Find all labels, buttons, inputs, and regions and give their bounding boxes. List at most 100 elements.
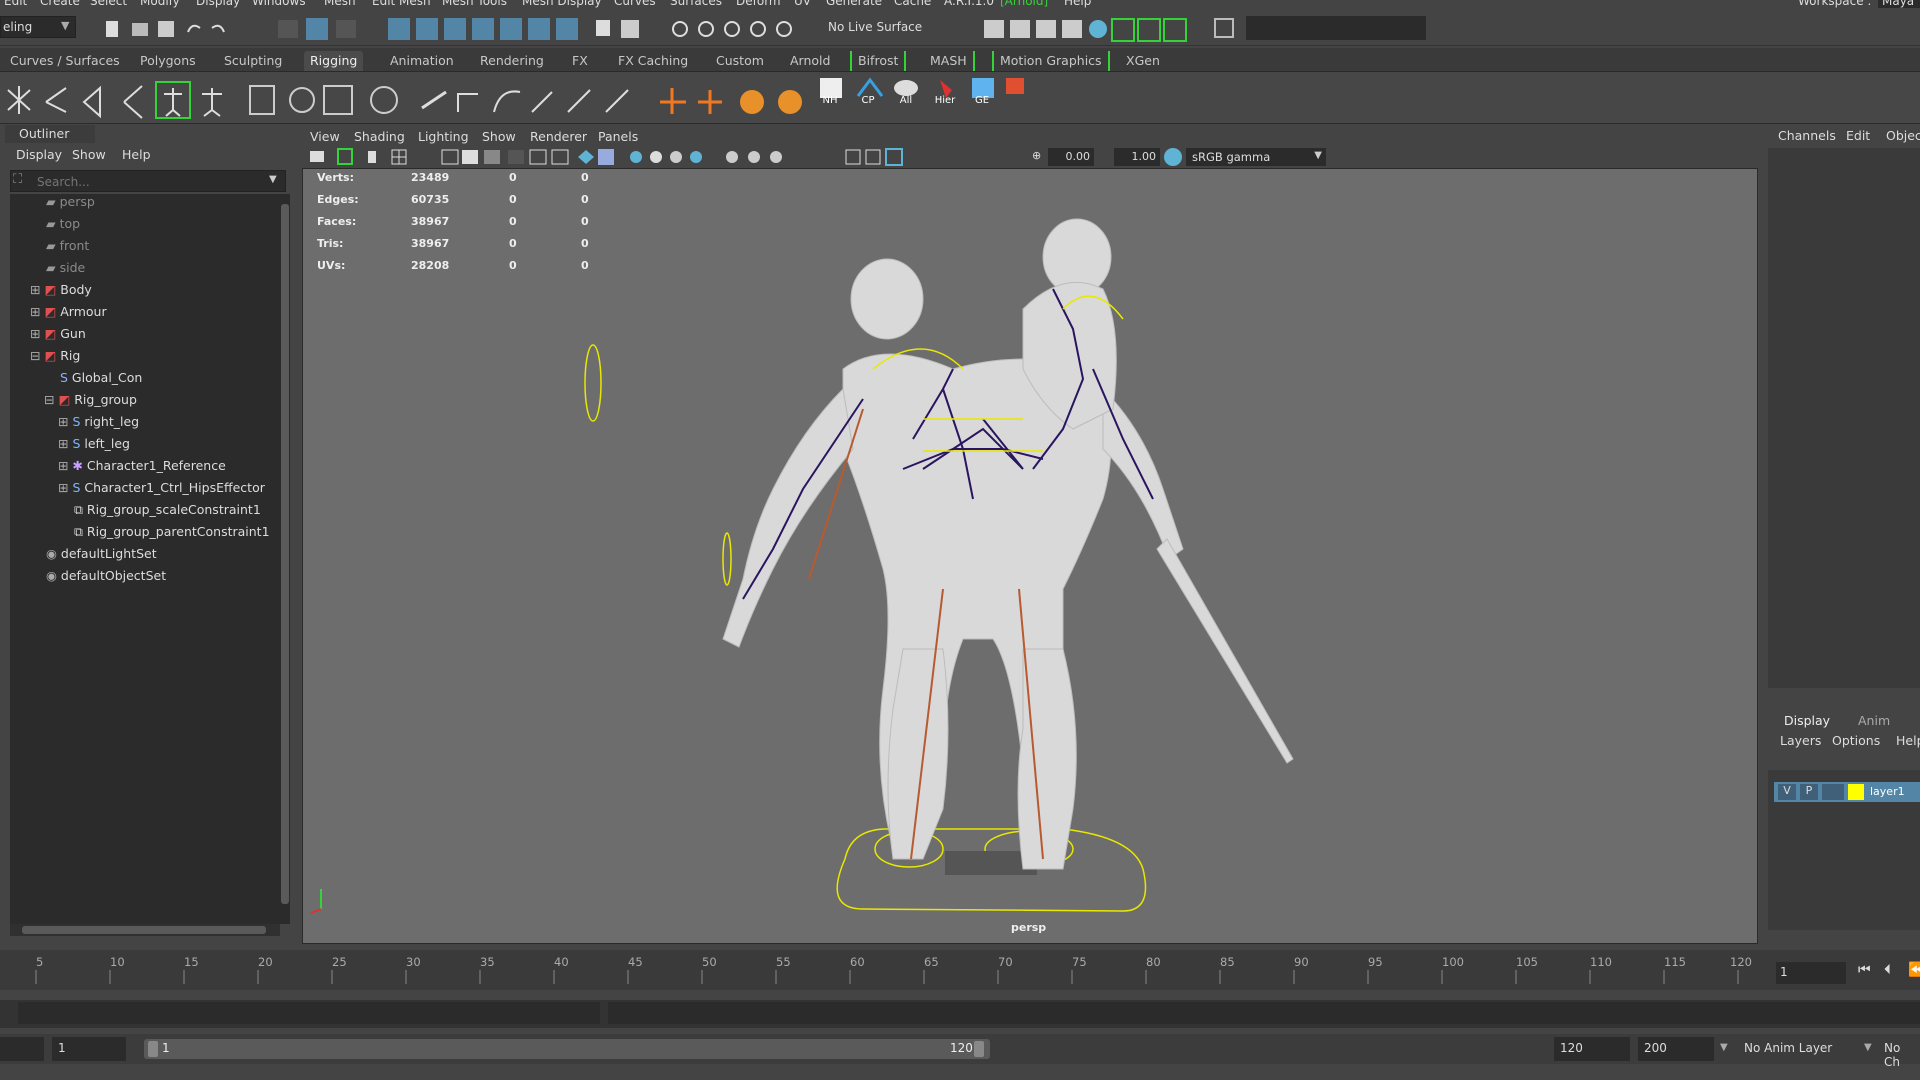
playback-end-field[interactable]: 120 bbox=[1554, 1037, 1630, 1061]
outliner-item-body[interactable]: ⊞ ◩ Body bbox=[30, 282, 92, 304]
tab-bifrost[interactable]: Bifrost bbox=[850, 51, 907, 71]
search-input[interactable] bbox=[37, 173, 257, 190]
step-back-icon[interactable]: ⏴ bbox=[1884, 962, 1891, 978]
time-slider[interactable]: 1 ⏮ ⏴ ⏪ bbox=[0, 950, 1920, 990]
viewport-menu-renderer[interactable]: Renderer bbox=[530, 129, 587, 144]
range-end-handle[interactable] bbox=[974, 1041, 984, 1057]
tab-fx-caching[interactable]: FX Caching bbox=[612, 51, 694, 71]
chevron-down-icon[interactable]: ▼ bbox=[1720, 1042, 1728, 1053]
outliner-horizontal-scrollbar[interactable] bbox=[10, 924, 280, 936]
expand-icon[interactable]: ⊞ bbox=[30, 282, 44, 297]
tab-rendering[interactable]: Rendering bbox=[474, 51, 550, 71]
exposure-field[interactable]: 0.00 bbox=[1048, 148, 1094, 166]
outliner-vertical-scrollbar[interactable] bbox=[280, 194, 290, 924]
anim-end-field[interactable]: 200 bbox=[1638, 1037, 1714, 1061]
layers-menu-options[interactable]: Options bbox=[1832, 733, 1880, 748]
menu-uv[interactable]: UV bbox=[794, 0, 811, 8]
layer-name[interactable]: layer1 bbox=[1870, 785, 1905, 798]
outliner-item-parent-constraint[interactable]: ⧉ Rig_group_parentConstraint1 bbox=[74, 524, 270, 546]
search-options-icon[interactable]: ⛶ bbox=[13, 172, 22, 187]
outliner-item-right-leg[interactable]: ⊞ S right_leg bbox=[58, 414, 139, 436]
layer-color-swatch[interactable] bbox=[1848, 784, 1864, 800]
outliner-item-front[interactable]: ▰ front bbox=[46, 238, 89, 260]
expand-icon[interactable]: ⊞ bbox=[58, 436, 72, 451]
playback-start-field[interactable]: 1 bbox=[52, 1037, 126, 1061]
outliner-item-hips-effector[interactable]: ⊞ S Character1_Ctrl_HipsEffector bbox=[58, 480, 265, 502]
menu-create[interactable]: Create bbox=[40, 0, 80, 8]
range-track-left[interactable] bbox=[18, 1002, 600, 1024]
menu-deform[interactable]: Deform bbox=[736, 0, 781, 8]
anim-layer-dropdown[interactable]: No Anim Layer bbox=[1738, 1037, 1868, 1061]
viewport-3d[interactable]: Verts: 23489 0 0 Edges: 60735 0 0 Faces:… bbox=[302, 168, 1758, 944]
menu-modify[interactable]: Modify bbox=[140, 0, 180, 8]
outliner-item-rig[interactable]: ⊟ ◩ Rig bbox=[30, 348, 80, 370]
menu-edit[interactable]: Edit bbox=[4, 0, 27, 8]
outliner-item-scale-constraint[interactable]: ⧉ Rig_group_scaleConstraint1 bbox=[74, 502, 261, 524]
current-frame-field[interactable]: 1 bbox=[1776, 962, 1846, 984]
gamma-field[interactable]: 1.00 bbox=[1114, 148, 1160, 166]
menu-select[interactable]: Select bbox=[90, 0, 127, 8]
tab-rigging[interactable]: Rigging bbox=[304, 51, 364, 71]
layers-menu-help[interactable]: Help bbox=[1896, 733, 1920, 748]
menu-arnold[interactable]: [Arnold] bbox=[1000, 0, 1048, 8]
live-surface-label[interactable]: No Live Surface bbox=[828, 20, 922, 34]
tab-display[interactable]: Display bbox=[1784, 713, 1830, 728]
scrollbar-thumb[interactable] bbox=[22, 926, 266, 934]
workspace-dropdown[interactable]: Maya C bbox=[1878, 0, 1920, 8]
tab-arnold[interactable]: Arnold bbox=[784, 51, 836, 71]
expand-icon[interactable]: ⊞ bbox=[58, 458, 72, 473]
chevron-down-icon[interactable]: ▼ bbox=[269, 174, 277, 185]
anim-start-field[interactable] bbox=[0, 1037, 44, 1061]
outliner-item-default-object-set[interactable]: ◉ defaultObjectSet bbox=[46, 568, 166, 590]
expand-icon[interactable]: ⊞ bbox=[30, 326, 44, 341]
viewport-menu-view[interactable]: View bbox=[310, 129, 340, 144]
go-to-start-icon[interactable]: ⏮ bbox=[1858, 962, 1871, 978]
color-management-icon[interactable] bbox=[1164, 148, 1182, 166]
collapse-icon[interactable]: ⊟ bbox=[44, 392, 58, 407]
tab-sculpting[interactable]: Sculpting bbox=[218, 51, 288, 71]
viewport-menu-panels[interactable]: Panels bbox=[598, 129, 638, 144]
outliner-item-default-light-set[interactable]: ◉ defaultLightSet bbox=[46, 546, 157, 568]
outliner-item-top[interactable]: ▰ top bbox=[46, 216, 80, 238]
collapse-icon[interactable]: ⊟ bbox=[30, 348, 44, 363]
layers-menu-layers[interactable]: Layers bbox=[1780, 733, 1821, 748]
tab-custom[interactable]: Custom bbox=[710, 51, 770, 71]
viewport-menu-show[interactable]: Show bbox=[482, 129, 516, 144]
menu-mesh[interactable]: Mesh bbox=[324, 0, 356, 8]
menu-mesh-display[interactable]: Mesh Display bbox=[522, 0, 602, 8]
tab-curves-surfaces[interactable]: Curves / Surfaces bbox=[4, 51, 126, 71]
range-track-right[interactable] bbox=[608, 1002, 1920, 1024]
menu-surfaces[interactable]: Surfaces bbox=[670, 0, 722, 8]
character-set-dropdown[interactable]: No Ch bbox=[1880, 1037, 1920, 1069]
menu-windows[interactable]: Windows bbox=[252, 0, 306, 8]
expand-icon[interactable]: ⊞ bbox=[58, 480, 72, 495]
chevron-down-icon[interactable]: ▼ bbox=[1864, 1042, 1872, 1053]
menuset-dropdown[interactable]: eling ▼ bbox=[0, 16, 76, 38]
command-input[interactable] bbox=[1246, 16, 1426, 40]
menu-ari[interactable]: A.R.I.1.0 bbox=[944, 0, 994, 8]
outliner-menu-show[interactable]: Show bbox=[72, 147, 106, 162]
outliner-menu-help[interactable]: Help bbox=[122, 147, 151, 162]
layer-playback-toggle[interactable]: P bbox=[1800, 784, 1818, 800]
layer-row[interactable]: V P layer1 bbox=[1774, 782, 1920, 802]
tab-fx[interactable]: FX bbox=[566, 51, 594, 71]
outliner-item-side[interactable]: ▰ side bbox=[46, 260, 85, 282]
panel-toggle-icon[interactable] bbox=[1214, 18, 1234, 38]
tab-channels[interactable]: Channels bbox=[1778, 128, 1836, 143]
range-start-handle[interactable] bbox=[148, 1041, 158, 1057]
tab-object[interactable]: Object bbox=[1886, 128, 1920, 143]
tab-animation[interactable]: Animation bbox=[384, 51, 460, 71]
menu-help[interactable]: Help bbox=[1064, 0, 1091, 8]
outliner-item-character-reference[interactable]: ⊞ ✱ Character1_Reference bbox=[58, 458, 226, 480]
outliner-menu-display[interactable]: Display bbox=[16, 147, 62, 162]
outliner-item-global-con[interactable]: S Global_Con bbox=[60, 370, 142, 392]
expand-icon[interactable]: ⊞ bbox=[30, 304, 44, 319]
outliner-search-field[interactable]: ⛶ ▼ bbox=[10, 170, 286, 192]
tab-mash[interactable]: MASH bbox=[924, 51, 975, 71]
layer-visibility-toggle[interactable]: V bbox=[1778, 784, 1796, 800]
menu-display[interactable]: Display bbox=[196, 0, 240, 8]
tab-polygons[interactable]: Polygons bbox=[134, 51, 202, 71]
step-back-key-icon[interactable]: ⏪ bbox=[1908, 962, 1920, 978]
scrollbar-thumb[interactable] bbox=[281, 204, 289, 904]
outliner-item-gun[interactable]: ⊞ ◩ Gun bbox=[30, 326, 86, 348]
